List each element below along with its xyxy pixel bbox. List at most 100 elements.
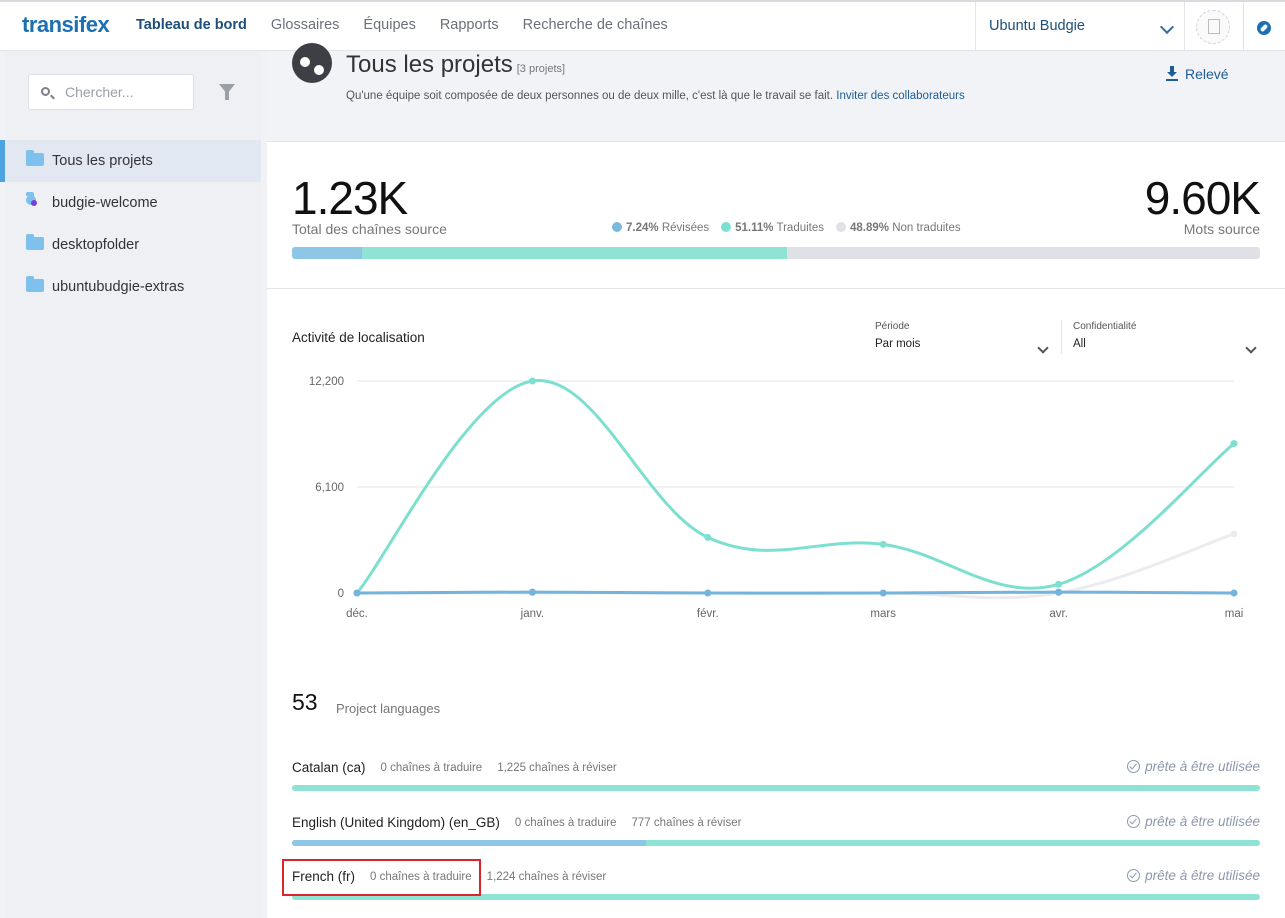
nav-dashboard[interactable]: Tableau de bord xyxy=(136,17,247,33)
legend-untranslated: 48.89% Non traduites xyxy=(836,222,961,234)
x-tick-label: janv. xyxy=(520,608,544,620)
highlight-box xyxy=(282,859,481,896)
folder-icon xyxy=(26,276,44,292)
reviewed-label: Révisées xyxy=(661,222,710,234)
untranslated-pct: 48.89% xyxy=(850,222,890,234)
language-row[interactable]: Catalan (ca) 0 chaînes à traduire 1,225 ch… xyxy=(292,759,1260,800)
nav-string-search[interactable]: Recherche de chaînes xyxy=(523,17,668,33)
page-title: Tous les projets [3 projets] xyxy=(346,51,565,79)
export-button[interactable]: Relevé xyxy=(1166,66,1229,82)
progress-translated xyxy=(646,840,1260,846)
activity-chart: 12,200 6,100 0déc. janv. févr. mars avr. mai xyxy=(309,376,1244,620)
series-line-1 xyxy=(356,532,1235,600)
translated-label: Traduites xyxy=(776,222,825,234)
page-header: Tous les projets [3 projets] Qu'une équip… xyxy=(267,43,1285,142)
main-nav: Tableau de bord Glossaires Équipes Rappo… xyxy=(136,17,668,33)
data-point[interactable] xyxy=(704,589,712,597)
untranslated-dot xyxy=(836,222,847,232)
privacy-value: All xyxy=(1073,338,1086,350)
strings-to-review: 1,225 chaînes à réviser xyxy=(497,762,617,774)
privacy-label: Confidentialité xyxy=(1073,321,1137,332)
data-point[interactable] xyxy=(353,589,361,597)
download-icon-base xyxy=(1166,79,1178,81)
subtitle-text: Qu'une équipe soit composée de deux pers… xyxy=(346,90,834,102)
progress-reviewed xyxy=(292,247,363,259)
language-progress-bar xyxy=(292,840,1260,846)
source-words-value: 9.60K xyxy=(1144,172,1261,224)
data-point[interactable] xyxy=(528,377,536,385)
compass-icon[interactable] xyxy=(1257,21,1271,35)
nav-glossaries[interactable]: Glossaires xyxy=(271,17,340,33)
data-point[interactable] xyxy=(879,589,887,597)
folder-icon xyxy=(26,150,44,166)
period-value: Par mois xyxy=(875,338,921,350)
nav-teams[interactable]: Équipes xyxy=(363,17,415,33)
strings-to-review: 777 chaînes à réviser xyxy=(631,817,742,829)
sidebar-item-label: desktopfolder xyxy=(52,237,140,253)
reviewed-pct: 7.24% xyxy=(626,222,659,234)
y-tick-label: 0 xyxy=(338,588,344,600)
transifex-logo[interactable]: transifex xyxy=(22,12,110,38)
projects-icon xyxy=(292,43,332,83)
language-name[interactable]: Catalan (ca) xyxy=(292,760,366,775)
language-count: 53 xyxy=(292,689,318,715)
main-content: Tous les projets [3 projets] Qu'une équip… xyxy=(267,43,1285,918)
total-strings-value: 1.23K xyxy=(292,172,408,224)
ready-status: prête à être utilisée xyxy=(1127,814,1260,829)
check-circle-icon xyxy=(1127,815,1141,828)
strings-to-translate: 0 chaînes à traduire xyxy=(514,817,617,829)
strings-to-review: 1,224 chaînes à réviser xyxy=(486,871,607,883)
check-circle-icon xyxy=(1127,760,1141,773)
explore-area xyxy=(1243,2,1285,51)
source-words-label: Mots source xyxy=(1183,221,1260,237)
legend-reviewed: 7.24% Révisées xyxy=(612,222,709,234)
sidebar-item-desktopfolder[interactable]: desktopfolder xyxy=(5,224,261,266)
sidebar-item-label: Tous les projets xyxy=(52,153,153,169)
search-icon xyxy=(41,87,50,96)
language-name[interactable]: English (United Kingdom) (en_GB) xyxy=(292,815,500,830)
progress-translated xyxy=(362,247,787,259)
page-subtitle: Qu'une équipe soit composée de deux pers… xyxy=(346,90,965,102)
strings-to-translate: 0 chaînes à traduire xyxy=(380,762,483,774)
progress-legend: 7.24% Révisées 51.11% Traduites 48.89% N… xyxy=(612,222,961,234)
dropdown-divider xyxy=(1061,320,1062,354)
data-point[interactable] xyxy=(1055,580,1063,588)
top-navigation-bar: transifex Tableau de bord Glossaires Équ… xyxy=(0,0,1285,51)
sidebar-item-budgie-welcome[interactable]: budgie-welcome xyxy=(5,182,261,224)
stats-section: 1.23K Total des chaînes source 9.60K Mot… xyxy=(267,143,1285,289)
y-tick-label: 12,200 xyxy=(309,376,344,388)
search-box xyxy=(28,74,194,110)
organization-name: Ubuntu Budgie xyxy=(989,18,1085,34)
sidebar-item-ubuntubudgie-extras[interactable]: ubuntubudgie-extras xyxy=(5,266,261,308)
data-point[interactable] xyxy=(879,540,887,548)
ready-status: prête à être utilisée xyxy=(1127,759,1260,774)
untranslated-label: Non traduites xyxy=(892,222,961,234)
sidebar-item-all-projects[interactable]: Tous les projets xyxy=(0,140,261,182)
filter-icon[interactable] xyxy=(219,84,235,100)
nav-reports[interactable]: Rapports xyxy=(440,17,499,33)
activity-title: Activité de localisation xyxy=(292,330,425,345)
data-point[interactable] xyxy=(1055,588,1063,596)
sidebar: Tous les projets budgie-welcome desktopf… xyxy=(0,51,261,918)
search-input[interactable] xyxy=(65,84,185,100)
check-circle-icon xyxy=(1127,869,1141,882)
data-point[interactable] xyxy=(704,533,712,541)
data-point[interactable] xyxy=(1230,589,1238,597)
x-tick-label: mai xyxy=(1225,608,1244,620)
chevron-down-icon xyxy=(1159,19,1175,35)
period-dropdown[interactable]: Période Par mois xyxy=(875,321,1051,354)
privacy-dropdown[interactable]: Confidentialité All xyxy=(1073,321,1259,354)
data-point[interactable] xyxy=(528,588,536,596)
language-progress-bar xyxy=(292,785,1260,791)
legend-translated: 51.11% Traduites xyxy=(721,222,824,234)
reviewed-dot xyxy=(612,222,622,232)
x-tick-label: déc. xyxy=(346,608,368,620)
language-row[interactable]: English (United Kingdom) (en_GB) 0 chaîne… xyxy=(292,814,1260,855)
folder-icon xyxy=(26,234,44,250)
user-avatar[interactable] xyxy=(1196,10,1230,44)
data-point[interactable] xyxy=(1230,440,1238,448)
total-strings-label: Total des chaînes source xyxy=(292,221,447,237)
invite-collaborators-link[interactable]: Inviter des collaborateurs xyxy=(836,90,964,102)
organization-selector[interactable]: Ubuntu Budgie xyxy=(975,2,1185,51)
data-point[interactable] xyxy=(1230,530,1238,538)
